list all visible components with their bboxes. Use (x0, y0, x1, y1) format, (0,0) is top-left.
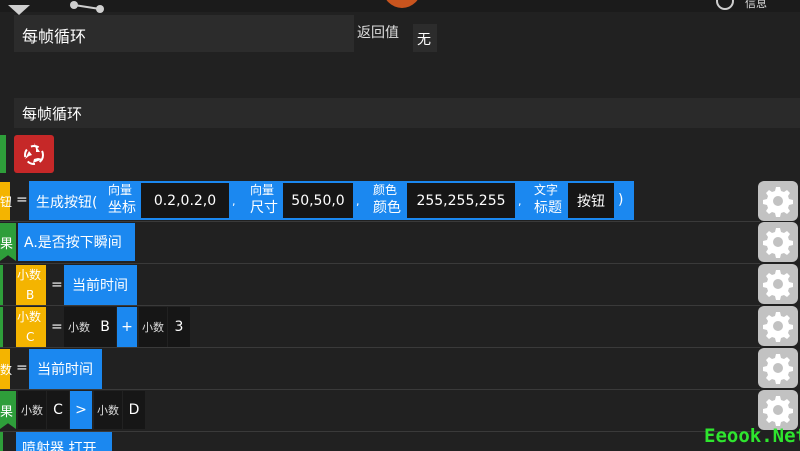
separator: , (232, 195, 236, 208)
operand-type: 小数 (64, 307, 94, 347)
row-settings-button[interactable] (758, 306, 798, 346)
assign-op: = (16, 192, 28, 208)
func-name: 生成按钮( (36, 195, 98, 211)
assign-op: = (51, 277, 63, 293)
param-type: 向量 (108, 183, 133, 197)
row-indicator (0, 307, 3, 347)
expr-block[interactable]: 当前时间 (64, 265, 137, 305)
separator: , (518, 195, 522, 208)
code-row-5[interactable] (0, 348, 760, 390)
param-name: 颜色 (373, 200, 401, 216)
param-type: 向量 (250, 183, 275, 197)
param-name: 尺寸 (250, 200, 278, 216)
row-settings-button[interactable] (758, 390, 798, 430)
param-value[interactable]: 0.2,0.2,0 (141, 183, 229, 218)
expr-block[interactable]: 当前时间 (29, 349, 102, 389)
row-indicator (0, 432, 3, 451)
assign-op: = (51, 319, 63, 335)
var-type: 小数 (17, 268, 42, 282)
var-name: B (26, 288, 35, 302)
assign-op: = (16, 360, 28, 376)
plus-operator[interactable]: + (117, 307, 137, 347)
function-name-field[interactable]: 每帧循环 (14, 15, 354, 52)
operand-value[interactable]: B (94, 307, 116, 347)
operand-value[interactable]: 3 (168, 307, 190, 347)
operand-value[interactable]: D (123, 391, 145, 429)
gear-icon (763, 396, 793, 426)
cond-label[interactable]: 果 (0, 391, 16, 429)
separator: , (356, 195, 360, 208)
var-label[interactable]: 钮 (0, 182, 12, 220)
param-type: 颜色 (373, 183, 398, 197)
param-value[interactable]: 按钮 (568, 183, 614, 218)
share-icon[interactable] (66, 0, 106, 14)
section-title: 每帧循环 (14, 98, 800, 128)
var-type: 小数 (17, 310, 42, 324)
gear-icon (763, 270, 793, 300)
param-name: 标题 (534, 200, 562, 216)
row-indicator (0, 265, 3, 305)
param-value[interactable]: 50,50,0 (283, 183, 353, 218)
return-label: 返回值 (357, 25, 399, 41)
param-type: 文字 (534, 183, 559, 197)
row-settings-button[interactable] (758, 181, 798, 221)
row-settings-button[interactable] (758, 348, 798, 388)
compare-operator[interactable]: > (70, 391, 92, 429)
row-settings-button[interactable] (758, 222, 798, 262)
gear-icon (763, 187, 793, 217)
watermark: Eeook.Net (704, 425, 800, 447)
save-icon[interactable] (6, 0, 32, 15)
var-name: C (26, 330, 35, 344)
expr-block[interactable]: A.是否按下瞬间 (18, 223, 135, 261)
close-paren: ) (618, 192, 624, 208)
param-name: 坐标 (108, 200, 136, 216)
var-label[interactable]: 数 (0, 349, 12, 389)
gear-icon (763, 312, 793, 342)
row-settings-button[interactable] (758, 264, 798, 304)
return-value-field[interactable]: 无 (413, 24, 437, 52)
info-label: 信息 (745, 0, 767, 10)
gear-icon (763, 354, 793, 384)
operand-type: 小数 (18, 391, 46, 429)
recycle-icon (24, 143, 44, 165)
expr-block[interactable]: 喷射器.打开 (16, 432, 112, 451)
param-value[interactable]: 255,255,255 (407, 183, 515, 218)
operand-value[interactable]: C (47, 391, 69, 429)
gear-icon (763, 228, 793, 258)
recycle-button[interactable] (14, 135, 54, 173)
operand-type: 小数 (139, 307, 167, 347)
left-tab[interactable] (0, 135, 6, 173)
operand-type: 小数 (94, 391, 122, 429)
